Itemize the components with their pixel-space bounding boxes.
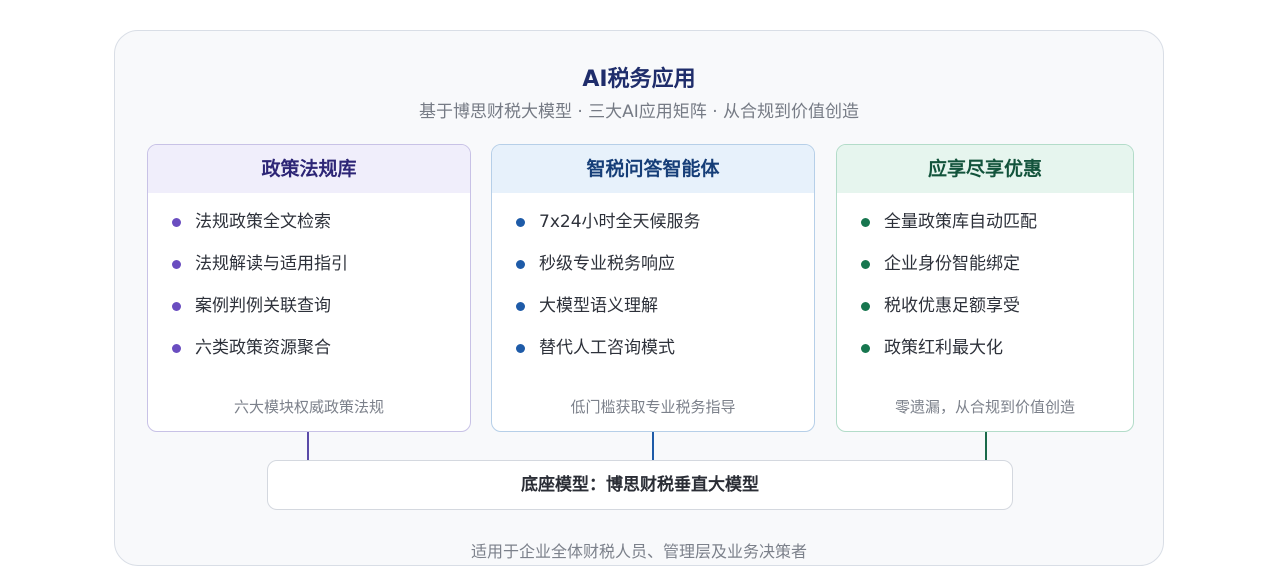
card-footer: 低门槛获取专业税务指导	[570, 398, 736, 416]
list-item: 税收优惠足额享受	[861, 293, 1133, 335]
card-title: 应享尽享优惠	[837, 145, 1133, 193]
bullet-dot-icon	[172, 260, 181, 269]
card-title: 政策法规库	[148, 145, 470, 193]
bullet-dot-icon	[861, 344, 870, 353]
list-item-label: 法规解读与适用指引	[195, 254, 348, 274]
card-tax-qa-agent: 智税问答智能体 7x24小时全天候服务 秒级专业税务响应 大模型语义理解 替代人…	[491, 144, 815, 432]
bullet-dot-icon	[861, 260, 870, 269]
list-item: 企业身份智能绑定	[861, 251, 1133, 293]
list-item: 全量政策库自动匹配	[861, 209, 1133, 251]
list-item: 大模型语义理解	[516, 293, 814, 335]
connector-line	[652, 432, 654, 460]
card-policy-library: 政策法规库 法规政策全文检索 法规解读与适用指引 案例判例关联查询 六类政策资源…	[147, 144, 471, 432]
bullet-dot-icon	[516, 260, 525, 269]
list-item: 政策红利最大化	[861, 335, 1133, 377]
bullet-dot-icon	[516, 302, 525, 311]
card-footer: 零遗漏，从合规到价值创造	[894, 398, 1075, 416]
list-item: 秒级专业税务响应	[516, 251, 814, 293]
list-item-label: 税收优惠足额享受	[884, 296, 1020, 316]
list-item-label: 法规政策全文检索	[195, 212, 331, 232]
card-title: 智税问答智能体	[492, 145, 814, 193]
base-model-box: 底座模型：博思财税垂直大模型	[267, 460, 1013, 510]
bullet-dot-icon	[172, 218, 181, 227]
card-feature-list: 7x24小时全天候服务 秒级专业税务响应 大模型语义理解 替代人工咨询模式	[492, 193, 814, 377]
list-item-label: 案例判例关联查询	[195, 296, 331, 316]
connector-line	[985, 432, 987, 460]
list-item: 替代人工咨询模式	[516, 335, 814, 377]
list-item-label: 大模型语义理解	[539, 296, 658, 316]
list-item: 法规政策全文检索	[172, 209, 470, 251]
list-item-label: 秒级专业税务响应	[539, 254, 675, 274]
list-item-label: 7x24小时全天候服务	[539, 212, 701, 232]
list-item-label: 全量政策库自动匹配	[884, 212, 1037, 232]
bullet-dot-icon	[861, 218, 870, 227]
card-tax-benefits: 应享尽享优惠 全量政策库自动匹配 企业身份智能绑定 税收优惠足额享受 政策红利最…	[836, 144, 1134, 432]
bullet-dot-icon	[172, 344, 181, 353]
bullet-dot-icon	[861, 302, 870, 311]
audience-footer: 适用于企业全体财税人员、管理层及业务决策者	[470, 542, 807, 561]
card-footer: 六大模块权威政策法规	[233, 398, 384, 416]
list-item: 案例判例关联查询	[172, 293, 470, 335]
list-item: 7x24小时全天候服务	[516, 209, 814, 251]
bullet-dot-icon	[516, 344, 525, 353]
list-item-label: 政策红利最大化	[884, 338, 1003, 358]
card-feature-list: 法规政策全文检索 法规解读与适用指引 案例判例关联查询 六类政策资源聚合	[148, 193, 470, 377]
list-item: 六类政策资源聚合	[172, 335, 470, 377]
diagram-subtitle: 基于博思财税大模型 · 三大AI应用矩阵 · 从合规到价值创造	[418, 102, 860, 122]
bullet-dot-icon	[516, 218, 525, 227]
list-item-label: 企业身份智能绑定	[884, 254, 1020, 274]
list-item-label: 替代人工咨询模式	[539, 338, 675, 358]
diagram-title: AI税务应用	[582, 67, 696, 92]
ai-tax-app-panel: AI税务应用 基于博思财税大模型 · 三大AI应用矩阵 · 从合规到价值创造 政…	[114, 30, 1164, 566]
list-item-label: 六类政策资源聚合	[195, 338, 331, 358]
connector-line	[307, 432, 309, 460]
card-feature-list: 全量政策库自动匹配 企业身份智能绑定 税收优惠足额享受 政策红利最大化	[837, 193, 1133, 377]
bullet-dot-icon	[172, 302, 181, 311]
list-item: 法规解读与适用指引	[172, 251, 470, 293]
